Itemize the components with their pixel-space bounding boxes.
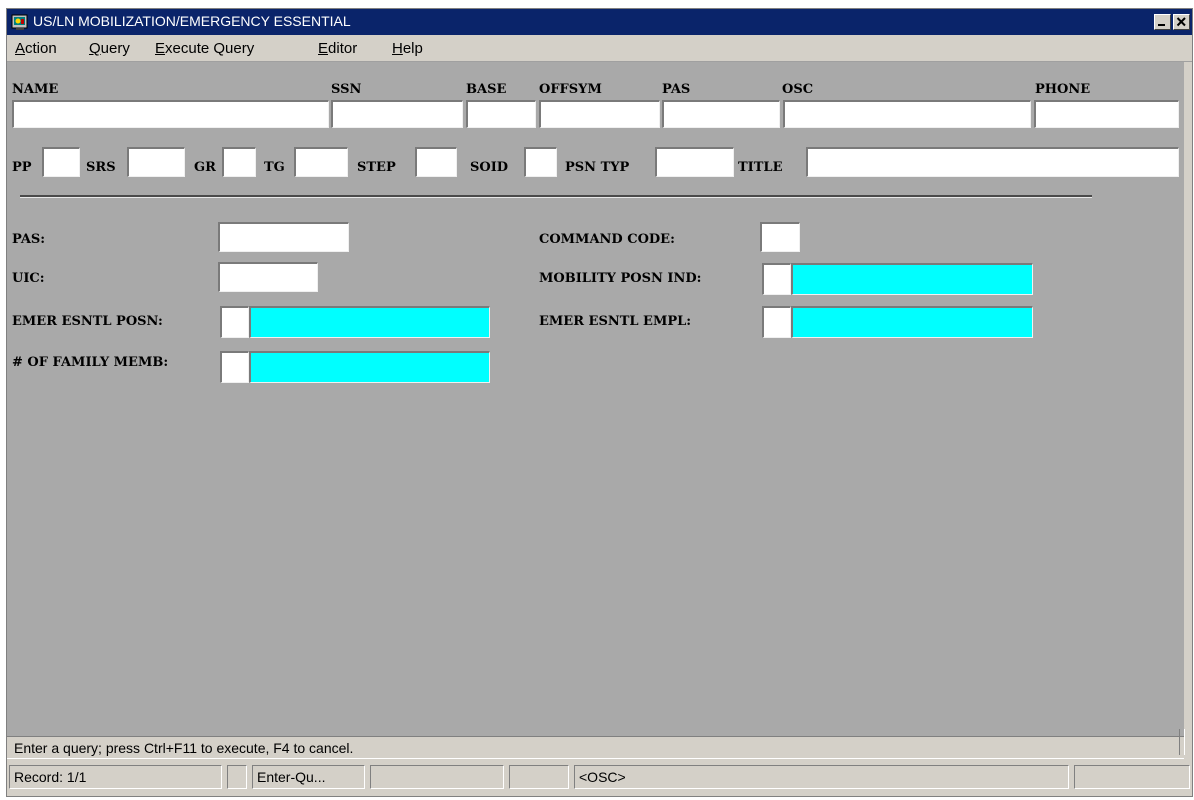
menu-query[interactable]: Query [89,40,130,57]
status-bar: Record: 1/1 Enter-Qu... <OSC> [7,761,1192,796]
pp-field[interactable] [42,147,80,177]
command-code-label: COMMAND CODE: [539,232,675,247]
psn-typ-field[interactable] [655,147,734,177]
menu-query-label: uery [100,40,130,57]
close-icon [1176,17,1186,27]
command-code-field[interactable] [760,222,800,252]
offsym-label: OFFSYM [539,82,602,97]
pp-label: PP [12,160,32,175]
mnemonic: A [15,40,26,57]
emer-esntl-empl-desc-field[interactable] [791,306,1033,338]
status-field-text: <OSC> [579,769,626,785]
soid-label: SOID [470,160,509,175]
app-icon [11,14,28,30]
pas-header-field[interactable] [662,100,780,128]
base-field[interactable] [466,100,536,128]
emer-esntl-posn-label: EMER ESNTL POSN: [12,314,163,329]
mnemonic: Q [89,40,101,57]
menu-execute-query-label: xecute Query [165,40,255,57]
menu-editor-label: ditor [328,40,358,57]
emer-esntl-empl-field[interactable] [762,306,791,338]
menu-action[interactable]: Action [15,40,57,57]
close-button[interactable] [1173,14,1190,30]
status-field: <OSC> [574,765,1069,789]
osc-field[interactable] [783,100,1031,128]
status-mode-text: Enter-Qu... [257,769,326,785]
scroll-gutter[interactable] [1184,62,1192,736]
status-record: Record: 1/1 [9,765,222,789]
tg-label: TG [264,160,285,175]
menu-editor[interactable]: Editor [318,40,357,57]
ssn-label: SSN [331,82,362,97]
tg-field[interactable] [294,147,348,177]
title-field[interactable] [806,147,1179,177]
uic-label: UIC: [12,271,45,286]
mnemonic: H [392,40,403,57]
emer-esntl-empl-label: EMER ESNTL EMPL: [539,314,692,329]
pas-field[interactable] [218,222,349,252]
gr-field[interactable] [222,147,256,177]
mobility-posn-ind-field[interactable] [762,263,791,295]
phone-label: PHONE [1035,82,1091,97]
minimize-icon [1158,24,1165,26]
srs-field[interactable] [127,147,185,177]
soid-field[interactable] [524,147,557,177]
family-memb-field[interactable] [220,351,249,383]
status-segment-4 [370,765,504,789]
menu-bar: Action Query Execute Query Editor Help [7,35,1192,62]
name-label: NAME [12,82,59,97]
ssn-field[interactable] [331,100,463,128]
hint-line: Enter a query; press Ctrl+F11 to execute… [7,736,1184,759]
menu-help[interactable]: Help [392,40,423,57]
app-window: US/LN MOBILIZATION/EMERGENCY ESSENTIAL A… [6,8,1193,797]
offsym-field[interactable] [539,100,660,128]
psn-typ-label: PSN TYP [565,160,630,175]
family-memb-label: # OF FAMILY MEMB: [12,355,169,370]
mobility-posn-ind-desc-field[interactable] [791,263,1033,295]
title-label: TITLE [738,160,783,175]
osc-label: OSC [782,82,814,97]
menu-action-label: ction [25,40,57,57]
uic-field[interactable] [218,262,318,292]
hint-edge [1179,729,1185,755]
step-field[interactable] [415,147,457,177]
step-label: STEP [357,160,396,175]
srs-label: SRS [86,160,116,175]
status-segment-7 [1074,765,1190,789]
form-canvas: NAME SSN BASE OFFSYM PAS OSC PHONE PP SR… [7,62,1184,736]
status-mode: Enter-Qu... [252,765,365,789]
pas-label: PAS: [12,232,46,247]
base-label: BASE [466,82,507,97]
hint-message: Enter a query; press Ctrl+F11 to execute… [14,740,354,756]
status-segment-2 [227,765,247,789]
divider [20,195,1092,198]
pas-header-label: PAS [662,82,691,97]
mobility-posn-ind-label: MOBILITY POSN IND: [539,271,702,286]
menu-help-label: elp [402,40,423,57]
emer-esntl-posn-desc-field[interactable] [249,306,490,338]
mnemonic: E [318,40,329,57]
mnemonic: E [155,40,166,57]
status-segment-5 [509,765,569,789]
gr-label: GR [194,160,216,175]
window-title: US/LN MOBILIZATION/EMERGENCY ESSENTIAL [33,13,351,29]
minimize-button[interactable] [1154,14,1171,30]
title-bar[interactable]: US/LN MOBILIZATION/EMERGENCY ESSENTIAL [7,9,1192,35]
menu-execute-query[interactable]: Execute Query [155,40,254,57]
emer-esntl-posn-field[interactable] [220,306,249,338]
status-record-text: Record: 1/1 [14,769,87,785]
name-field[interactable] [12,100,329,128]
family-memb-desc-field[interactable] [249,351,490,383]
phone-field[interactable] [1034,100,1179,128]
